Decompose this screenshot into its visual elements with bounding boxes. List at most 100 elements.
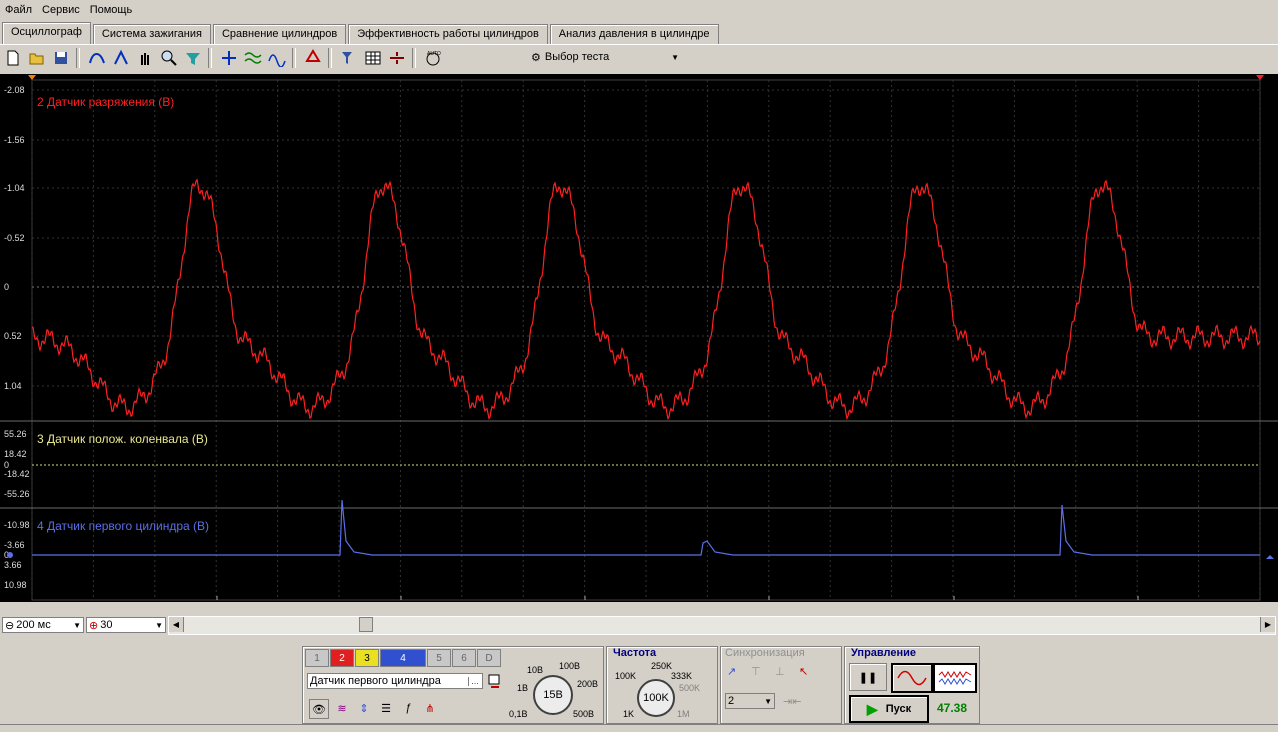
volt-label-1: 1В (517, 683, 529, 693)
channel-3-button[interactable]: 3 (355, 649, 379, 667)
ch3-tick-label: -55.26 (4, 489, 30, 499)
tab-bar: Осциллограф Система зажигания Сравнение … (2, 22, 721, 44)
overlay-icon[interactable] (266, 47, 288, 69)
chevron-down-icon: ▼ (155, 620, 163, 630)
zoom-icon[interactable] (158, 47, 180, 69)
tab-oscilloscope[interactable]: Осциллограф (2, 22, 91, 44)
scroll-thumb[interactable] (359, 617, 373, 632)
channel-name-value: Датчик первого цилиндра (310, 675, 441, 687)
channel-d-button[interactable]: D (477, 649, 501, 667)
pause-button[interactable]: ❚❚ (849, 663, 887, 691)
peak-detect-icon[interactable]: ⋔ (421, 699, 439, 717)
ch3-tick-label: -18.42 (4, 469, 30, 479)
svg-text:AUTO: AUTO (427, 51, 441, 57)
more-icon[interactable]: … (468, 676, 481, 686)
rising-edge-icon[interactable]: ↗ (727, 665, 745, 683)
channel-2-button[interactable]: 2 (330, 649, 354, 667)
menu-bar: Файл Сервис Помощь (0, 0, 1278, 20)
channel-4-button[interactable]: 4 (380, 649, 426, 667)
ch2-tick-label: -1.56 (4, 135, 25, 145)
multi-wave-button[interactable] (933, 663, 977, 693)
oscilloscope-area[interactable]: -2.08 -1.56 -1.04 -0.52 0 0.52 1.04 55.26 18.42 0… (0, 74, 1278, 602)
volt-label-01: 0,1В (509, 709, 528, 719)
cursor-cross-icon[interactable] (218, 47, 240, 69)
freq-label-500k: 500K (679, 683, 701, 693)
volt-label-500: 500В (573, 709, 595, 719)
freq-label-250k: 250K (651, 661, 673, 671)
sync-title: Синхронизация (725, 647, 805, 659)
scroll-left-icon[interactable]: ◀ (169, 617, 184, 632)
freq-label-333k: 333K (671, 671, 693, 681)
play-icon: ▶ (866, 700, 878, 717)
sync-panel: Синхронизация ↗ ⊤ ⊥ ↖ 2 ▼ ⇥⇤ (720, 646, 842, 724)
menu-help[interactable]: Помощь (85, 4, 138, 16)
sync-up-icon[interactable]: ⊤ (751, 665, 769, 683)
horizontal-scrollbar[interactable]: ◀ ▶ (168, 616, 1276, 635)
scroll-right-icon[interactable]: ▶ (1260, 617, 1275, 632)
tab-pressure-analysis[interactable]: Анализ давления в цилиндре (549, 24, 719, 44)
channel-panel: 1 2 3 4 5 6 D Датчик первого цилиндра … … (302, 646, 604, 724)
gear-icon: ⚙ (531, 51, 541, 64)
start-button-label: Пуск (885, 703, 912, 715)
measure-icon[interactable] (110, 47, 132, 69)
ch4-tick-label: -3.66 (4, 540, 25, 550)
tab-ignition[interactable]: Система зажигания (92, 24, 211, 44)
ch2-tick-label: -1.04 (4, 183, 25, 193)
filter-icon[interactable] (182, 47, 204, 69)
timebase-select[interactable]: ⊖ 200 мс ▼ (2, 617, 84, 633)
channel-5-button[interactable]: 5 (427, 649, 451, 667)
timebase-value: 200 мс (16, 619, 51, 631)
channel-6-button[interactable]: 6 (452, 649, 476, 667)
volt-label-100: 100В (559, 661, 581, 671)
freq-label-1m: 1M (677, 709, 690, 719)
sensor-icon[interactable] (487, 673, 503, 689)
grid-icon[interactable] (362, 47, 384, 69)
readout-value: 47.38 (937, 701, 968, 715)
channel-name-field[interactable]: Датчик первого цилиндра … (307, 673, 483, 689)
auto-scale-icon[interactable] (302, 47, 324, 69)
channel-filter-icon[interactable] (338, 47, 360, 69)
ch4-tick-label: -10.98 (4, 520, 30, 530)
open-folder-icon[interactable] (26, 47, 48, 69)
menu-file[interactable]: Файл (0, 4, 37, 16)
waves-icon[interactable] (242, 47, 264, 69)
sync-down-icon[interactable]: ⊥ (775, 665, 793, 683)
volt-label-10: 10В (527, 665, 544, 675)
ch4-marker (7, 552, 13, 558)
channel-1-button[interactable]: 1 (305, 649, 329, 667)
cursor-curve-icon[interactable] (86, 47, 108, 69)
sync-cursor-icon[interactable]: ↖ (799, 665, 817, 683)
ch2-tick-label: -0.52 (4, 233, 25, 243)
test-selector[interactable]: ⚙ Выбор теста ▼ (527, 47, 683, 67)
tab-cylinder-compare[interactable]: Сравнение цилиндров (212, 24, 347, 44)
new-file-icon[interactable] (2, 47, 24, 69)
voltage-knob[interactable]: 15В (533, 675, 573, 715)
ch3-tick-label: 18.42 (4, 449, 27, 459)
tab-cylinder-efficiency[interactable]: Эффективность работы цилиндров (348, 24, 548, 44)
signal-invert-icon[interactable]: ≋ (333, 699, 351, 717)
trigger-marker (28, 75, 36, 80)
split-icon[interactable] (386, 47, 408, 69)
frequency-knob[interactable]: 100K (637, 679, 675, 717)
start-button[interactable]: ▶ Пуск (849, 695, 929, 723)
sync-arrows-icon[interactable]: ⇥⇤ (783, 695, 801, 708)
function-icon[interactable]: ƒ (399, 699, 417, 717)
hand-icon[interactable] (134, 47, 156, 69)
pause-icon: ❚❚ (858, 671, 878, 684)
eye-icon[interactable]: 👁 (309, 699, 329, 719)
sine-mode-button[interactable] (891, 663, 933, 693)
volt-label-200: 200В (577, 679, 599, 689)
auto-mode-icon[interactable]: AUTO (422, 47, 444, 69)
menu-service[interactable]: Сервис (37, 4, 85, 16)
vertical-shift-icon[interactable]: ⇕ (355, 699, 373, 717)
ch4-tick-label: 3.66 (4, 560, 22, 570)
sine-icon (897, 670, 927, 686)
save-icon[interactable] (50, 47, 72, 69)
lines-icon[interactable]: ☰ (377, 699, 395, 717)
zoom-select[interactable]: ⊕ 30 ▼ (86, 617, 166, 633)
sync-channel-select[interactable]: 2 ▼ (725, 693, 775, 709)
frequency-title: Частота (613, 647, 657, 659)
ch2-tick-label: -2.08 (4, 85, 25, 95)
zoom-value: 30 (100, 619, 113, 631)
chevron-down-icon: ▼ (764, 696, 772, 706)
